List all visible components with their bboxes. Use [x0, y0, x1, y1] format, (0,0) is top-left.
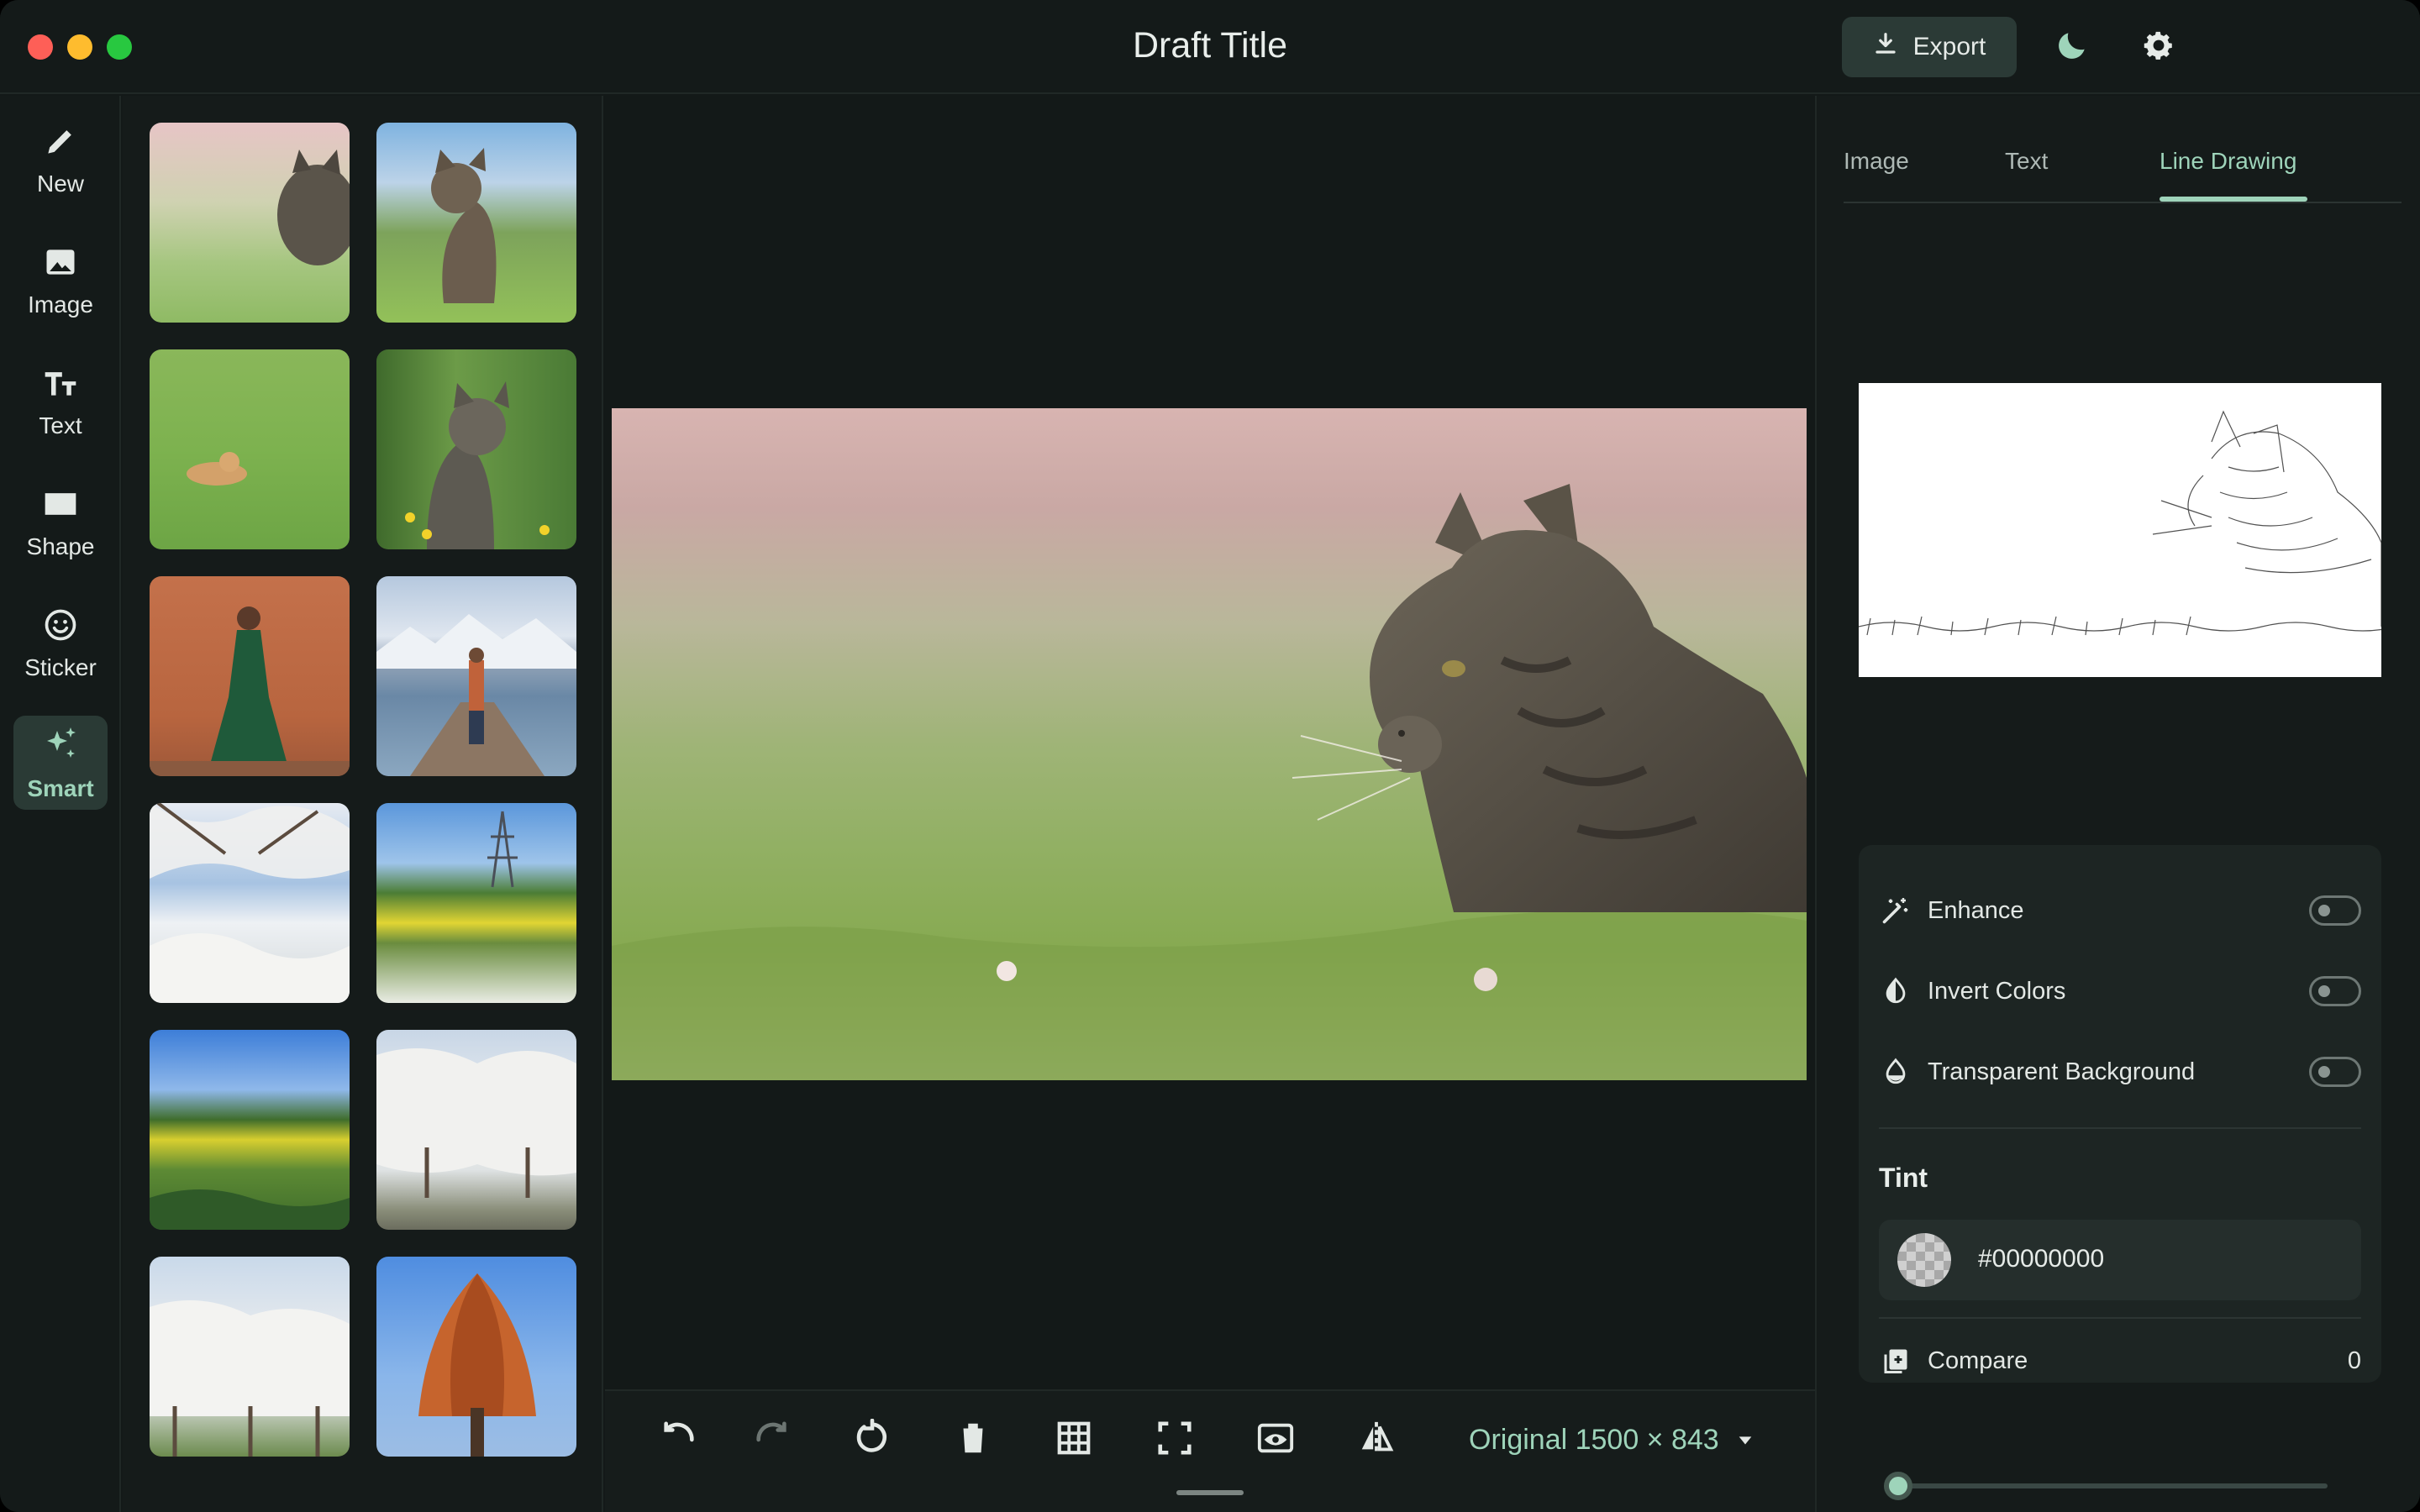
smiley-icon	[42, 606, 79, 648]
option-transparent-background[interactable]: Transparent Background	[1879, 1047, 2361, 1097]
rail-item-text[interactable]: Text	[13, 354, 108, 449]
rail-item-label: Text	[39, 412, 82, 438]
flip-button[interactable]	[1351, 1415, 1402, 1465]
gallery-thumbnail[interactable]	[376, 576, 576, 776]
gallery-thumbnail[interactable]	[376, 803, 576, 1003]
tool-rail: New Image Text Shape Sticker Smart	[0, 96, 121, 1512]
export-label: Export	[1912, 33, 1986, 60]
image-gallery	[123, 96, 603, 1512]
gear-icon	[2140, 27, 2177, 68]
theme-toggle-button[interactable]	[2049, 24, 2096, 71]
panel-tabs: Image Text Line Drawing	[1844, 148, 2402, 203]
rail-item-label: Smart	[27, 774, 94, 801]
pencil-icon	[42, 123, 79, 164]
option-label: Compare	[1928, 1347, 2028, 1374]
preview-button[interactable]	[1250, 1415, 1301, 1465]
delete-button[interactable]	[948, 1415, 998, 1465]
rectangle-icon	[42, 486, 79, 527]
rotate-button[interactable]	[847, 1415, 897, 1465]
rail-item-label: Image	[28, 291, 93, 318]
redo-button[interactable]	[746, 1415, 797, 1465]
rail-item-label: Shape	[26, 533, 95, 559]
export-button[interactable]: Export	[1842, 17, 2017, 77]
gallery-thumbnail[interactable]	[150, 123, 350, 323]
fullscreen-button[interactable]	[1150, 1415, 1200, 1465]
tint-swatch[interactable]	[1897, 1233, 1951, 1287]
redo-icon	[752, 1419, 791, 1462]
drop-icon	[1879, 1055, 1912, 1089]
gallery-thumbnail[interactable]	[376, 1257, 576, 1457]
title-bar: Draft Title Export	[0, 0, 2420, 94]
contrast-drop-icon	[1879, 974, 1912, 1008]
compare-slider-knob[interactable]	[1884, 1472, 1912, 1500]
editor-canvas[interactable]	[605, 96, 1815, 1389]
gallery-thumbnail[interactable]	[376, 1030, 576, 1230]
gallery-thumbnail[interactable]	[376, 123, 576, 323]
flip-icon	[1357, 1419, 1396, 1462]
gallery-thumbnail[interactable]	[376, 349, 576, 549]
option-label: Enhance	[1928, 896, 2024, 924]
text-size-icon	[42, 365, 79, 406]
settings-button[interactable]	[2135, 24, 2182, 71]
enhance-toggle[interactable]	[2309, 895, 2361, 926]
size-select[interactable]: Original 1500 × 843	[1469, 1415, 1754, 1465]
magic-wand-icon	[1879, 894, 1912, 927]
compare-doc-icon	[1879, 1344, 1912, 1378]
bottom-toolbar: Original 1500 × 843	[605, 1389, 1815, 1512]
tab-image[interactable]: Image	[1844, 148, 1909, 175]
divider	[1879, 1317, 2361, 1319]
rail-item-shape[interactable]: Shape	[13, 475, 108, 570]
size-label: Original 1500 × 843	[1469, 1423, 1719, 1456]
option-enhance[interactable]: Enhance	[1879, 885, 2361, 936]
tab-line-drawing[interactable]: Line Drawing	[2160, 148, 2296, 175]
rail-item-sticker[interactable]: Sticker	[13, 596, 108, 690]
fullscreen-icon	[1155, 1419, 1194, 1462]
gallery-thumbnail[interactable]	[150, 1257, 350, 1457]
compare-slider-track[interactable]	[1899, 1483, 2328, 1488]
rail-item-smart[interactable]: Smart	[13, 716, 108, 810]
app-window: Draft Title Export New Image Text Shape …	[0, 0, 2420, 1512]
gallery-thumbnail[interactable]	[150, 576, 350, 776]
invert-colors-toggle[interactable]	[2309, 976, 2361, 1006]
rail-item-label: New	[36, 170, 84, 197]
gallery-thumbnail[interactable]	[150, 349, 350, 549]
option-compare: Compare 0	[1879, 1336, 2361, 1386]
gallery-thumbnail[interactable]	[150, 1030, 350, 1230]
line-drawing-options: Enhance Invert Colors Transparent Backgr…	[1859, 845, 2381, 1500]
gallery-thumbnail[interactable]	[150, 803, 350, 1003]
rail-item-label: Sticker	[24, 654, 97, 680]
image-icon	[42, 244, 79, 285]
option-invert-colors[interactable]: Invert Colors	[1879, 966, 2361, 1016]
grid-button[interactable]	[1049, 1415, 1099, 1465]
trash-icon	[954, 1419, 992, 1462]
undo-icon	[660, 1419, 698, 1462]
option-label: Invert Colors	[1928, 977, 2066, 1005]
rotate-icon	[853, 1418, 892, 1462]
rail-item-image[interactable]: Image	[13, 234, 108, 328]
compare-value: 0	[2347, 1347, 2361, 1374]
tint-label: Tint	[1879, 1163, 1928, 1193]
chevron-down-icon	[1736, 1424, 1754, 1457]
undo-button[interactable]	[654, 1415, 704, 1465]
divider	[1879, 1127, 2361, 1129]
preview-eye-icon	[1256, 1419, 1295, 1462]
tint-color-field[interactable]: #00000000	[1879, 1220, 2361, 1300]
download-icon	[1873, 31, 1898, 63]
transparent-background-toggle[interactable]	[2309, 1057, 2361, 1087]
grid-icon	[1055, 1419, 1093, 1462]
moon-icon	[2054, 27, 2091, 68]
option-label: Transparent Background	[1928, 1058, 2196, 1085]
main-image[interactable]	[612, 408, 1807, 1080]
tab-text[interactable]: Text	[2005, 148, 2048, 175]
properties-panel: Image Text Line Drawing Enhance Invert C…	[1815, 96, 2420, 1512]
sparkles-icon	[40, 724, 81, 769]
tint-value: #00000000	[1978, 1245, 2105, 1273]
active-tab-indicator	[2160, 197, 2307, 202]
rail-item-new[interactable]: New	[13, 113, 108, 207]
resize-handle[interactable]	[1176, 1490, 1244, 1495]
line-drawing-preview	[1859, 383, 2381, 677]
